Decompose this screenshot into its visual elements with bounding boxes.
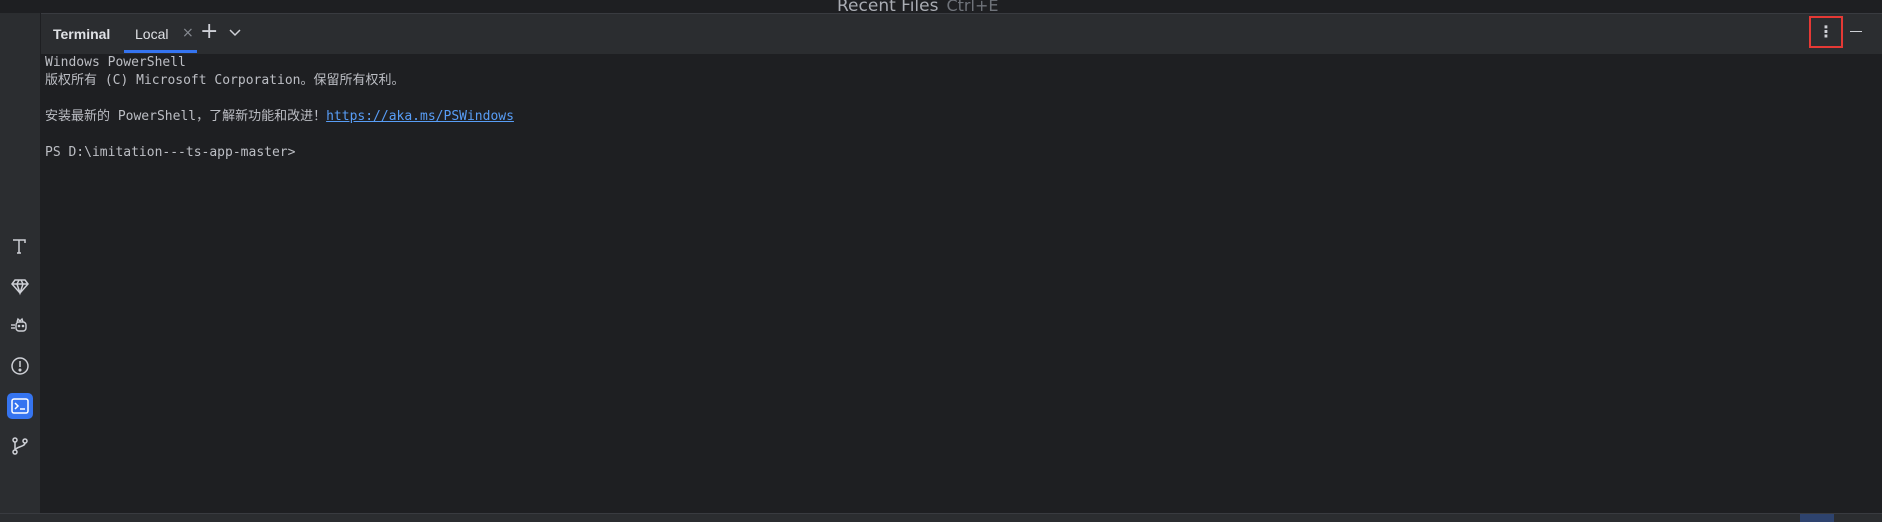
panel-title: Terminal xyxy=(53,26,111,42)
ide-window: Recent Files Ctrl+E Terminal Local × + ⋮… xyxy=(0,0,1882,522)
status-bar xyxy=(0,513,1882,522)
terminal-icon[interactable] xyxy=(7,393,33,419)
recent-files-hint-text: Recent Files Ctrl+E xyxy=(837,0,998,13)
new-tab-button[interactable]: + xyxy=(200,20,218,44)
git-branch-icon[interactable] xyxy=(7,433,33,459)
terminal-line: 版权所有 (C) Microsoft Corporation。保留所有权利。 xyxy=(45,73,405,88)
cat-icon[interactable] xyxy=(7,313,33,339)
more-vertical-icon: ⋮ xyxy=(1818,22,1834,41)
tab-local-label: Local xyxy=(135,26,169,42)
left-tool-window-bar xyxy=(0,13,41,513)
tab-local[interactable]: Local × xyxy=(124,14,197,53)
terminal-output[interactable]: Windows PowerShell 版权所有 (C) Microsoft Co… xyxy=(45,54,1875,504)
terminal-text: 安装最新的 PowerShell，了解新功能和改进！ xyxy=(45,109,327,124)
options-menu-button[interactable]: ⋮ xyxy=(1809,16,1843,48)
terminal-tab-bar: Terminal Local × + ⋮ xyxy=(41,13,1882,54)
recent-files-label: Recent Files xyxy=(837,0,939,13)
recent-files-shortcut: Ctrl+E xyxy=(946,0,999,13)
status-bar-widget[interactable] xyxy=(1800,514,1834,522)
problems-icon[interactable] xyxy=(7,353,33,379)
powershell-link[interactable]: https://aka.ms/PSWindows xyxy=(326,109,514,124)
recent-files-hint: Recent Files Ctrl+E xyxy=(0,0,1882,13)
terminal-line: Windows PowerShell xyxy=(45,55,186,70)
terminal-panel: Terminal Local × + ⋮ Windows PowerShell … xyxy=(41,13,1882,513)
terminal-line: 安装最新的 PowerShell，了解新功能和改进！https://aka.ms… xyxy=(45,108,1875,126)
terminal-prompt: PS D:\imitation---ts-app-master> xyxy=(45,145,296,160)
gem-icon[interactable] xyxy=(7,273,33,299)
minimize-button[interactable] xyxy=(1846,23,1868,41)
close-tab-icon[interactable]: × xyxy=(182,25,194,41)
chevron-down-icon[interactable] xyxy=(227,25,243,41)
text-tool-icon[interactable] xyxy=(7,233,33,259)
